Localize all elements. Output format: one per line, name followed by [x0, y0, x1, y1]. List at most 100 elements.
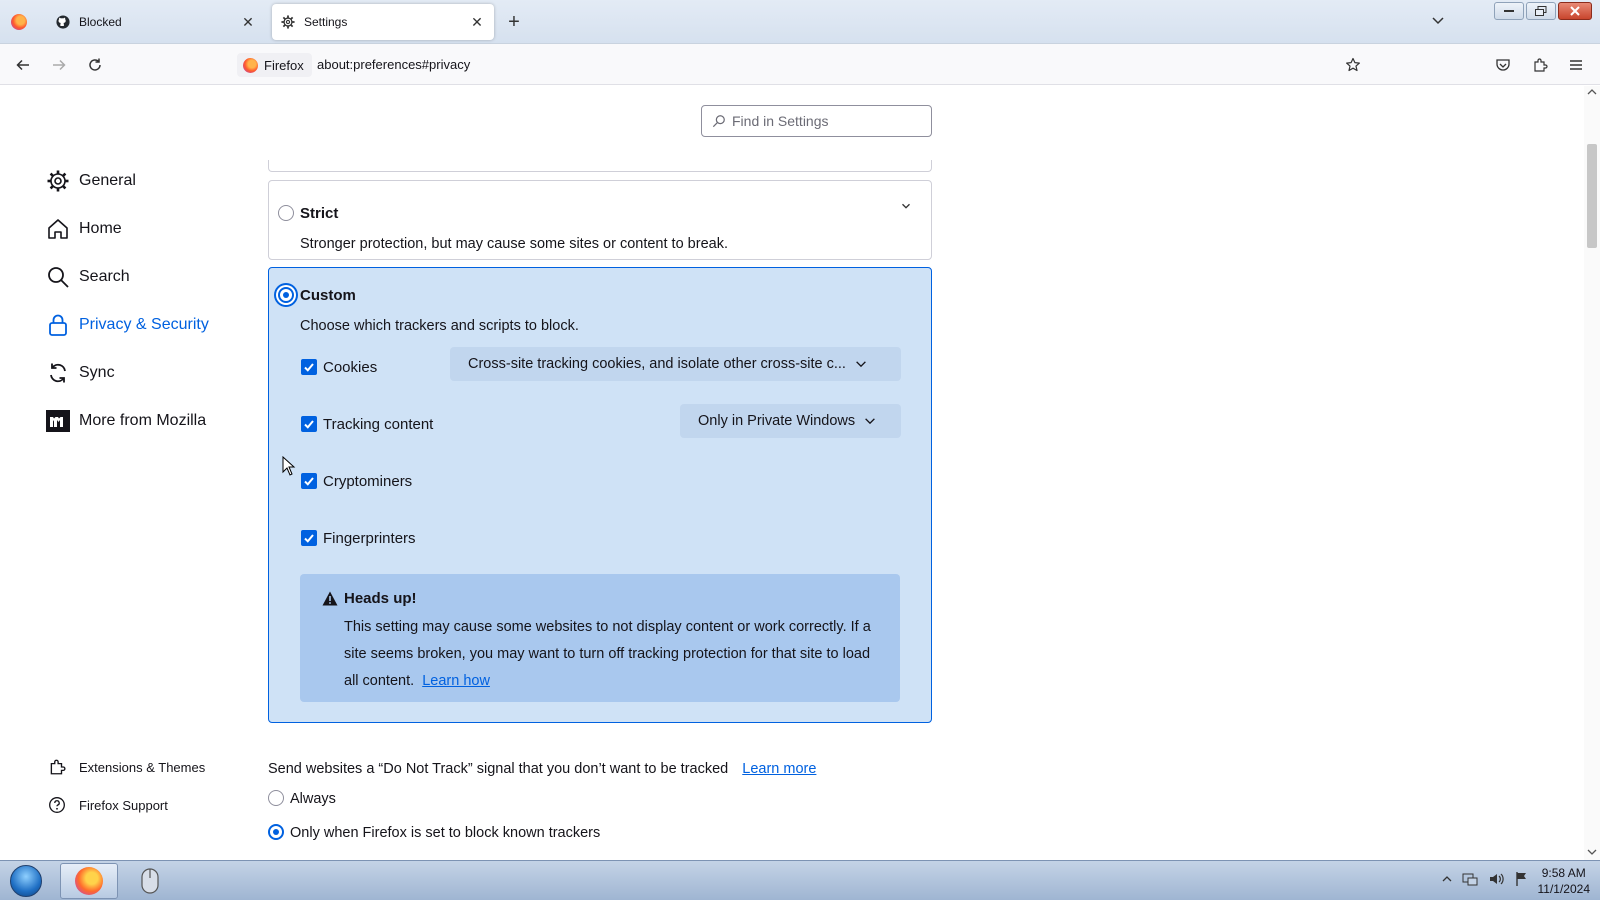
restore-button[interactable] — [1526, 2, 1556, 20]
tab-label: Blocked — [79, 15, 122, 29]
taskbar-firefox[interactable] — [60, 863, 118, 899]
windows-logo-icon — [10, 865, 42, 897]
close-tab-icon[interactable]: ✕ — [237, 11, 259, 33]
sidebar-item-privacy-security[interactable]: Privacy & Security — [45, 309, 209, 341]
firefox-view-icon[interactable] — [11, 14, 27, 30]
tracking-content-dropdown[interactable]: Only in Private Windows — [680, 404, 901, 438]
sidebar-item-label: More from Mozilla — [79, 412, 207, 429]
checkmark-icon — [304, 534, 314, 543]
warning-title-text: Heads up! — [344, 590, 417, 607]
sidebar-item-search[interactable]: Search — [45, 261, 130, 293]
lock-icon — [45, 312, 71, 338]
tracking-content-dropdown-value: Only in Private Windows — [698, 413, 856, 429]
strict-option-card[interactable]: Strict Stronger protection, but may caus… — [268, 180, 932, 260]
cryptominers-checkbox[interactable] — [301, 473, 317, 489]
standard-option-card-edge — [268, 160, 932, 172]
extensions-button[interactable] — [1527, 52, 1553, 78]
tab-label: Settings — [304, 15, 348, 29]
fingerprinters-label[interactable]: Fingerprinters — [323, 530, 416, 547]
puzzle-icon — [1534, 58, 1548, 72]
custom-description: Choose which trackers and scripts to blo… — [300, 318, 579, 334]
strict-description: Stronger protection, but may cause some … — [300, 236, 728, 252]
page-scrollbar[interactable] — [1584, 86, 1600, 860]
tracking-content-label[interactable]: Tracking content — [323, 416, 433, 433]
scroll-up-arrow-icon[interactable] — [1587, 88, 1597, 98]
sidebar-item-sync[interactable]: Sync — [45, 357, 115, 389]
cookies-dropdown-value: Cross-site tracking cookies, and isolate… — [468, 356, 846, 372]
cryptominers-label[interactable]: Cryptominers — [323, 473, 412, 490]
volume-icon[interactable] — [1488, 871, 1504, 887]
network-icon[interactable] — [1462, 871, 1478, 887]
search-icon — [712, 114, 726, 128]
sync-icon — [45, 360, 71, 386]
github-icon — [55, 14, 71, 30]
sidebar-item-more-from-mozilla[interactable]: More from Mozilla — [45, 405, 206, 437]
forward-button[interactable] — [46, 52, 72, 78]
tab-blocked[interactable]: Blocked ✕ — [43, 4, 265, 40]
custom-option-card[interactable]: Custom Choose which trackers and scripts… — [268, 267, 932, 723]
pocket-button[interactable] — [1490, 52, 1516, 78]
action-center-flag-icon[interactable] — [1514, 871, 1530, 887]
sidebar-item-label: Home — [79, 220, 122, 237]
scroll-thumb[interactable] — [1587, 144, 1597, 248]
taskbar-clock[interactable]: 9:58 AM 11/1/2024 — [1538, 865, 1591, 897]
chevron-down-icon — [1432, 17, 1444, 25]
list-all-tabs-button[interactable] — [1430, 12, 1452, 32]
sidebar-item-label: General — [79, 172, 136, 189]
dnt-option-label: Only when Firefox is set to block known … — [290, 825, 601, 841]
minimize-button[interactable] — [1494, 2, 1524, 20]
windows-taskbar: 9:58 AM 11/1/2024 — [0, 860, 1600, 900]
sidebar-item-general[interactable]: General — [45, 165, 136, 197]
sidebar-item-home[interactable]: Home — [45, 213, 122, 245]
checkmark-icon — [304, 420, 314, 429]
dnt-learn-more-link[interactable]: Learn more — [742, 761, 816, 777]
find-in-settings-input[interactable]: Find in Settings — [701, 105, 932, 137]
dnt-option-always[interactable]: Always — [268, 790, 336, 807]
cookies-checkbox[interactable] — [301, 359, 317, 375]
home-icon — [45, 216, 71, 242]
navigation-toolbar: Firefox about:preferences#privacy — [0, 44, 1600, 85]
do-not-track-row: Send websites a “Do Not Track” signal th… — [268, 761, 816, 777]
scroll-down-arrow-icon[interactable] — [1587, 848, 1597, 858]
strict-title: Strict — [300, 205, 339, 222]
warning-icon — [322, 591, 338, 610]
chevron-down-icon[interactable] — [899, 199, 915, 215]
fingerprinters-checkbox[interactable] — [301, 530, 317, 546]
cookies-label[interactable]: Cookies — [323, 359, 377, 376]
puzzle-icon — [47, 757, 67, 777]
url-text[interactable]: about:preferences#privacy — [317, 57, 470, 72]
warning-title: Heads up! — [322, 590, 417, 607]
url-bar[interactable]: Firefox about:preferences#privacy — [233, 51, 1373, 79]
learn-how-link[interactable]: Learn how — [422, 673, 490, 689]
firefox-logo-icon — [243, 57, 258, 73]
mozilla-icon — [45, 408, 71, 434]
back-button[interactable] — [10, 52, 36, 78]
app-menu-button[interactable] — [1563, 52, 1589, 78]
close-tab-icon[interactable]: ✕ — [466, 11, 488, 33]
search-icon — [45, 264, 71, 290]
dnt-only-when-radio[interactable] — [268, 824, 284, 841]
reload-button[interactable] — [82, 52, 108, 78]
dnt-option-only-when-blocking[interactable]: Only when Firefox is set to block known … — [268, 824, 601, 841]
new-tab-button[interactable]: + — [502, 11, 526, 35]
strict-radio[interactable] — [278, 205, 294, 221]
settings-page: Find in Settings General Home Search Pri… — [0, 86, 1584, 860]
taskbar-mouse-app[interactable] — [132, 863, 168, 899]
sidebar-item-extensions-themes[interactable]: Extensions & Themes — [47, 757, 205, 777]
sidebar-item-firefox-support[interactable]: Firefox Support — [47, 795, 168, 815]
sidebar-item-label: Search — [79, 268, 130, 285]
tab-settings[interactable]: Settings ✕ — [272, 4, 494, 40]
show-hidden-icons-icon[interactable] — [1442, 874, 1452, 884]
clock-time: 9:58 AM — [1541, 866, 1586, 880]
bookmark-star-button[interactable] — [1340, 52, 1366, 78]
close-window-button[interactable] — [1558, 2, 1592, 20]
dnt-always-radio[interactable] — [268, 790, 284, 807]
identity-box[interactable]: Firefox — [237, 53, 312, 77]
back-arrow-icon — [16, 59, 29, 71]
tracking-content-checkbox[interactable] — [301, 416, 317, 432]
checkmark-icon — [304, 477, 314, 486]
start-button[interactable] — [4, 863, 48, 899]
cookies-dropdown[interactable]: Cross-site tracking cookies, and isolate… — [450, 347, 901, 381]
sidebar-item-label: Privacy & Security — [79, 316, 209, 333]
custom-radio[interactable] — [278, 287, 294, 303]
